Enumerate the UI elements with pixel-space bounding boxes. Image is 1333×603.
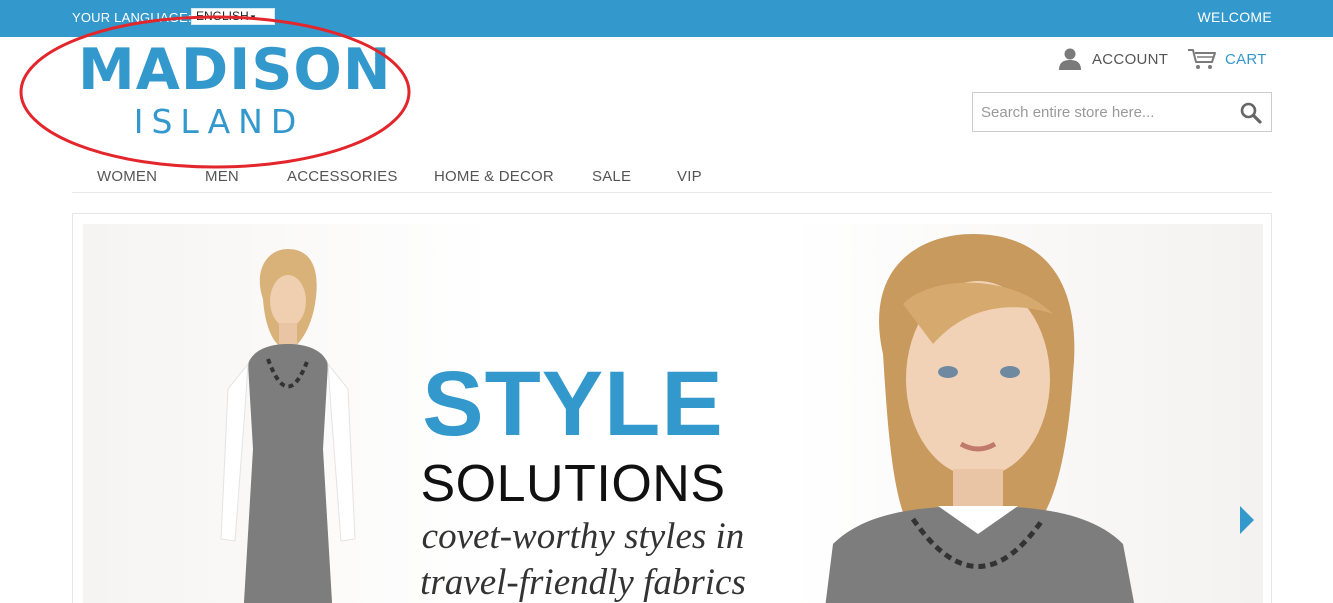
chevron-down-icon: ▾ bbox=[250, 12, 256, 22]
hero-headline-secondary: SOLUTIONS bbox=[420, 455, 726, 513]
welcome-message: WELCOME bbox=[1197, 9, 1272, 25]
nav-item-women[interactable]: WOMEN bbox=[97, 168, 157, 185]
chevron-right-icon[interactable] bbox=[1238, 504, 1256, 536]
language-select-value: ENGLISH bbox=[196, 9, 249, 23]
user-icon bbox=[1059, 48, 1081, 70]
cart-icon bbox=[1188, 49, 1216, 69]
search-box bbox=[972, 92, 1272, 132]
hero-tagline: covet-worthy styles in travel-friendly f… bbox=[363, 514, 803, 603]
hero-model-right-image bbox=[825, 234, 1135, 603]
hero-tagline-line-1: covet-worthy styles in bbox=[421, 516, 745, 557]
language-select[interactable]: ENGLISH ▾ bbox=[191, 8, 275, 25]
logo-text-bottom: ISLAND bbox=[133, 102, 305, 141]
top-bar: YOUR LANGUAGE: ENGLISH ▾ WELCOME bbox=[0, 0, 1333, 37]
hero-model-left-image bbox=[220, 249, 356, 603]
account-label: ACCOUNT bbox=[1092, 50, 1169, 68]
account-link[interactable]: ACCOUNT bbox=[1058, 46, 1168, 72]
language-label: YOUR LANGUAGE: bbox=[72, 10, 192, 25]
hero-tagline-line-2: travel-friendly fabrics bbox=[420, 562, 746, 603]
hero-headline-primary: STYLE bbox=[422, 353, 724, 455]
nav-item-accessories[interactable]: ACCESSORIES bbox=[287, 168, 398, 185]
site-logo[interactable]: MADISON ISLAND bbox=[78, 37, 392, 144]
main-nav: WOMEN MEN ACCESSORIES HOME & DECOR SALE … bbox=[72, 162, 1272, 193]
cart-label: CART bbox=[1225, 50, 1267, 68]
search-input[interactable] bbox=[973, 93, 1233, 131]
nav-item-sale[interactable]: SALE bbox=[592, 168, 631, 185]
cart-link[interactable]: CART bbox=[1187, 46, 1267, 72]
nav-item-men[interactable]: MEN bbox=[205, 168, 239, 185]
hero-slider[interactable]: STYLE SOLUTIONS covet-worthy styles in t… bbox=[72, 213, 1272, 603]
nav-item-vip[interactable]: VIP bbox=[677, 168, 702, 185]
nav-item-home-decor[interactable]: HOME & DECOR bbox=[434, 168, 554, 185]
search-icon[interactable] bbox=[1239, 101, 1263, 125]
logo-text-top: MADISON bbox=[78, 37, 392, 103]
